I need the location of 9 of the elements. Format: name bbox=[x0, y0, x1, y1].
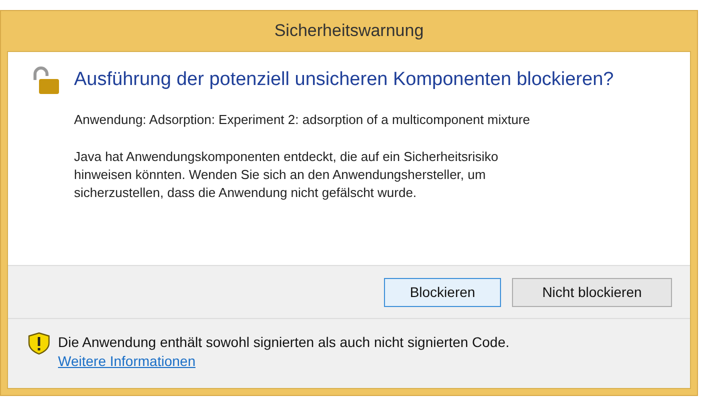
more-info-link[interactable]: Weitere Informationen bbox=[58, 352, 196, 370]
application-line: Anwendung: Adsorption: Experiment 2: adsorption of a multicomponent mixture bbox=[74, 111, 531, 129]
dialog-heading: Ausführung der potenziell unsicheren Komponenten blockieren? bbox=[74, 68, 614, 92]
warning-message: Java hat Anwendungskomponenten entdeckt, die auf ein Sicherheitsrisiko hinweisen könnten. Wenden Sie sich an den Anwendungshersteller, um sicherzustellen, dass die Anwendung nicht gefälscht wurde. bbox=[74, 148, 500, 202]
dialog-button[interactable]: Nicht blockieren bbox=[512, 278, 672, 306]
footer-text: Die Anwendung enthält sowohl signierten als auch nicht signierten Code. bbox=[58, 333, 510, 352]
window-title: Sicherheitswarnung bbox=[273, 20, 425, 42]
dialog-button[interactable]: Blockieren bbox=[384, 278, 501, 306]
warning-shield-icon bbox=[28, 332, 50, 355]
